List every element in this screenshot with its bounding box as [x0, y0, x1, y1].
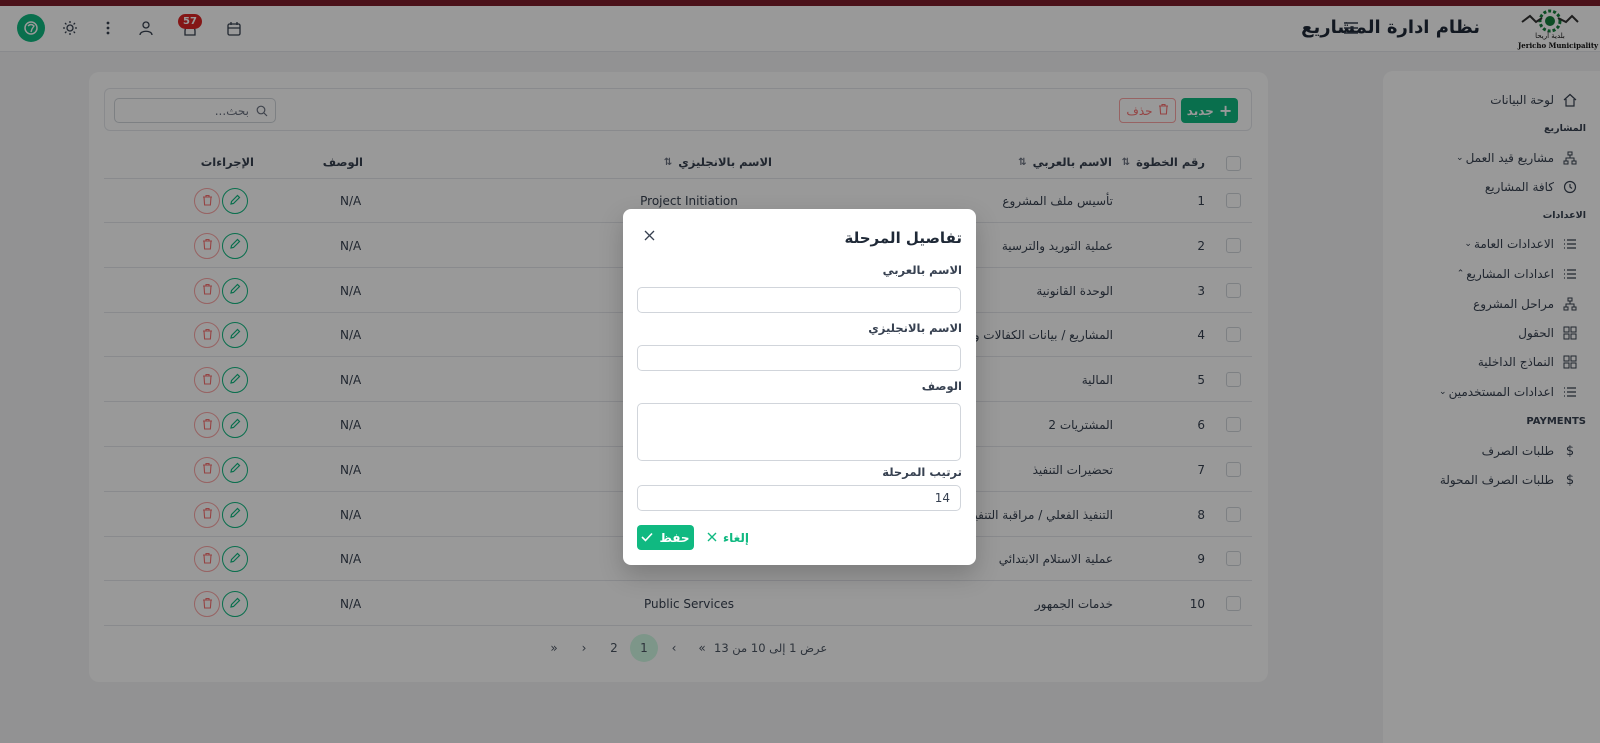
order-label: ترتيب المرحلة	[882, 465, 962, 479]
name-en-label: الاسم بالانجليزي	[868, 321, 962, 335]
name-ar-field[interactable]	[637, 287, 961, 313]
close-icon	[707, 531, 717, 545]
cancel-button[interactable]: إلغاء	[705, 525, 751, 550]
close-icon[interactable]	[641, 227, 657, 243]
dialog-title: تفاصيل المرحلة	[844, 229, 962, 247]
order-field[interactable]	[637, 485, 961, 511]
save-button-label: حفظ	[659, 530, 690, 545]
phase-details-dialog: تفاصيل المرحلة الاسم بالعربي الاسم بالان…	[623, 209, 976, 565]
save-button[interactable]: حفظ	[637, 525, 694, 550]
description-label: الوصف	[921, 379, 962, 393]
check-icon	[641, 531, 654, 545]
name-en-field[interactable]	[637, 345, 961, 371]
description-field[interactable]	[637, 403, 961, 461]
cancel-button-label: إلغاء	[722, 530, 750, 545]
name-ar-label: الاسم بالعربي	[882, 263, 962, 277]
